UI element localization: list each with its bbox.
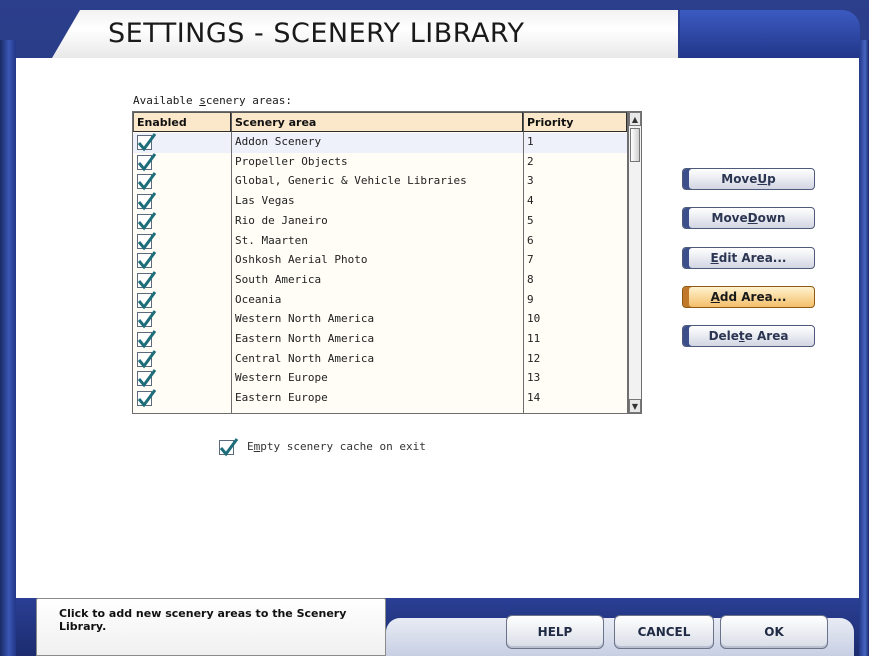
page-title: SETTINGS - SCENERY LIBRARY — [108, 18, 525, 49]
frame-left-edge — [0, 40, 16, 656]
list-item[interactable]: Oshkosh Aerial Photo 7 — [133, 251, 627, 271]
priority-value: 10 — [527, 312, 541, 326]
enabled-checkbox[interactable] — [137, 172, 157, 191]
frame-right-edge — [859, 40, 869, 656]
title-right-cap — [680, 10, 860, 58]
list-item[interactable]: Global, Generic & Vehicle Libraries 3 — [133, 172, 627, 192]
edit-area-button[interactable]: Edit Area... — [682, 247, 815, 269]
list-item[interactable]: Addon Scenery 1 — [133, 133, 627, 153]
priority-value: 8 — [527, 272, 534, 286]
status-hint: Click to add new scenery areas to the Sc… — [36, 598, 386, 656]
scenery-area-name: Oshkosh Aerial Photo — [235, 253, 368, 267]
priority-value: 1 — [527, 135, 534, 148]
list-label-accel: s — [199, 94, 206, 107]
empty-cache-checkbox[interactable] — [219, 438, 239, 457]
list-item[interactable]: Las Vegas 4 — [133, 192, 627, 212]
enabled-checkbox[interactable] — [137, 231, 157, 250]
list-item[interactable]: Western Europe 13 — [133, 369, 627, 389]
priority-value: 5 — [527, 213, 534, 227]
priority-value: 13 — [527, 371, 541, 385]
priority-value: 3 — [527, 174, 534, 188]
list-label-prefix: Available — [133, 94, 200, 107]
scenery-area-name: South America — [235, 272, 322, 286]
enabled-checkbox[interactable] — [137, 389, 157, 408]
scenery-area-name: Central North America — [235, 351, 375, 365]
enabled-checkbox[interactable] — [137, 192, 157, 211]
enabled-checkbox[interactable] — [137, 271, 157, 290]
scroll-thumb[interactable] — [630, 128, 640, 162]
scenery-area-name: Western North America — [235, 312, 375, 326]
scenery-area-name: Global, Generic & Vehicle Libraries — [235, 174, 467, 188]
scroll-up-icon[interactable]: ▲ — [629, 112, 641, 126]
list-scrollbar[interactable]: ▲ ▼ — [628, 111, 642, 414]
list-item[interactable]: St. Maarten 6 — [133, 231, 627, 252]
enabled-checkbox[interactable] — [137, 330, 157, 349]
enabled-checkbox[interactable] — [137, 290, 157, 310]
enabled-checkbox[interactable] — [137, 310, 157, 329]
list-item[interactable]: Eastern North America 11 — [133, 330, 627, 350]
scenery-area-name: Eastern Europe — [235, 391, 328, 405]
scenery-area-name: Oceania — [235, 292, 282, 306]
scenery-area-name: Rio de Janeiro — [235, 213, 328, 227]
priority-value: 9 — [527, 292, 534, 306]
column-header-enabled[interactable]: Enabled — [133, 112, 231, 132]
list-item[interactable]: Central North America 12 — [133, 349, 627, 370]
scenery-area-name: Propeller Objects — [235, 154, 348, 168]
priority-value: 2 — [527, 154, 534, 168]
help-button[interactable]: HELP — [506, 615, 604, 649]
scenery-area-name: Western Europe — [235, 371, 328, 385]
enabled-checkbox[interactable] — [137, 369, 157, 388]
priority-value: 6 — [527, 233, 534, 247]
enabled-checkbox[interactable] — [137, 152, 157, 172]
enabled-checkbox[interactable] — [137, 349, 157, 369]
ok-button[interactable]: OK — [720, 615, 828, 649]
enabled-checkbox[interactable] — [137, 133, 157, 152]
scenery-area-name: Eastern North America — [235, 332, 375, 345]
priority-value: 7 — [527, 253, 534, 267]
move-up-button[interactable]: Move Up — [682, 168, 815, 190]
enabled-checkbox[interactable] — [137, 211, 157, 231]
list-item[interactable]: Rio de Janeiro 5 — [133, 211, 627, 232]
scenery-area-name: St. Maarten — [235, 233, 308, 247]
priority-value: 11 — [527, 332, 541, 345]
column-divider — [231, 132, 232, 413]
list-label-suffix: cenery areas: — [205, 94, 292, 107]
empty-cache-label: Empty scenery cache on exit — [247, 440, 426, 453]
column-header-scenery-area[interactable]: Scenery area — [231, 112, 523, 132]
priority-value: 14 — [527, 391, 541, 405]
priority-value: 12 — [527, 351, 541, 365]
list-item[interactable]: South America 8 — [133, 271, 627, 291]
empty-cache-option[interactable]: Empty scenery cache on exit — [219, 438, 426, 457]
enabled-checkbox[interactable] — [137, 251, 157, 270]
scenery-list[interactable]: Enabled Scenery area Priority Addon Scen… — [132, 111, 628, 414]
move-down-button[interactable]: Move Down — [682, 207, 815, 229]
delete-area-button[interactable]: Dele t e Area — [682, 325, 815, 347]
list-item[interactable]: Oceania 9 — [133, 290, 627, 311]
cancel-button[interactable]: CANCEL — [614, 615, 714, 649]
list-label: Available scenery areas: — [133, 94, 292, 107]
column-header-priority[interactable]: Priority — [523, 112, 627, 132]
priority-value: 4 — [527, 194, 534, 208]
list-item[interactable]: Eastern Europe 14 — [133, 389, 627, 409]
add-area-button[interactable]: Add Area... — [682, 286, 815, 308]
scenery-area-name: Addon Scenery — [235, 135, 322, 148]
scroll-down-icon[interactable]: ▼ — [629, 399, 641, 413]
list-item[interactable]: Propeller Objects 2 — [133, 152, 627, 173]
column-divider — [523, 132, 524, 413]
scenery-area-name: Las Vegas — [235, 194, 295, 208]
list-item[interactable]: Western North America 10 — [133, 310, 627, 330]
